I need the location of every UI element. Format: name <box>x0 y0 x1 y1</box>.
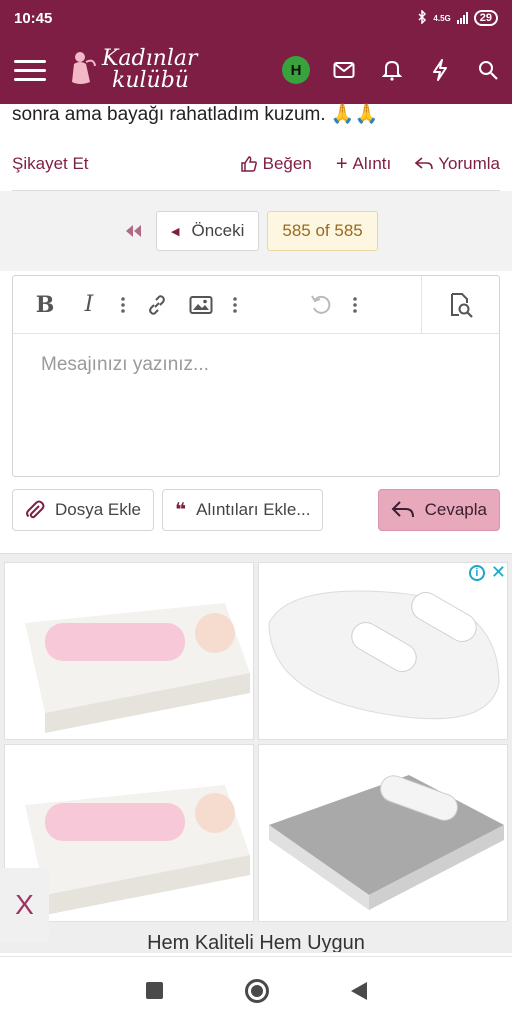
undo-icon[interactable] <box>299 276 343 334</box>
logo-mark-icon <box>72 52 96 84</box>
status-time: 10:45 <box>14 9 53 27</box>
plus-icon: + <box>335 152 348 175</box>
insert-quotes-label: Alıntıları Ekle... <box>196 500 311 519</box>
home-icon[interactable] <box>244 978 269 1003</box>
link-icon[interactable] <box>135 276 179 334</box>
ad-image-positioner-top[interactable] <box>258 562 508 740</box>
ad-info-icon[interactable]: i <box>468 564 485 581</box>
more-insert-options-icon[interactable] <box>223 276 247 334</box>
post-actions: Şikayet Et Beğen + Alıntı Yorumla <box>0 140 512 188</box>
ad-controls: i ✕ <box>468 562 506 583</box>
ad-caption[interactable]: Hem Kaliteli Hem Uygun <box>0 930 512 952</box>
menu-icon[interactable] <box>14 52 50 88</box>
reply-arrow-icon <box>391 501 414 518</box>
previous-page-button[interactable]: ◀ Önceki <box>156 211 260 251</box>
paperclip-icon <box>26 500 45 519</box>
more-text-options-icon[interactable] <box>111 276 135 334</box>
like-label: Beğen <box>262 154 312 173</box>
previous-label: Önceki <box>191 221 245 240</box>
user-avatar[interactable]: H <box>282 56 310 84</box>
first-page-icon[interactable] <box>118 211 148 251</box>
editor-toolbar: B I <box>13 276 499 334</box>
quote-button[interactable]: + Alıntı <box>336 153 391 176</box>
reply-button[interactable]: Yorumla <box>415 154 500 174</box>
submit-reply-label: Cevapla <box>424 500 487 519</box>
network-type: 4.5G <box>433 13 451 23</box>
search-icon[interactable] <box>474 56 502 84</box>
bell-icon[interactable] <box>378 56 406 84</box>
submit-reply-button[interactable]: Cevapla <box>377 489 500 531</box>
status-bar: 10:45 4.5G 29 <box>0 0 512 36</box>
back-icon[interactable] <box>350 981 367 1000</box>
attach-file-label: Dosya Ekle <box>55 500 141 519</box>
attach-file-button[interactable]: Dosya Ekle <box>12 489 154 531</box>
system-navigation-bar <box>0 956 512 1024</box>
editor-actions: Dosya Ekle ❝ Alıntıları Ekle... Cevapla <box>12 489 500 531</box>
preview-icon[interactable] <box>421 276 499 334</box>
bold-icon[interactable]: B <box>23 276 67 334</box>
site-logo[interactable]: Kadınlar kulübü <box>68 48 238 92</box>
bluetooth-icon <box>417 8 427 27</box>
caret-left-icon: ◀ <box>171 225 180 238</box>
recent-apps-icon[interactable] <box>145 982 163 999</box>
lightning-icon[interactable] <box>426 56 454 84</box>
like-button[interactable]: Beğen <box>240 154 312 174</box>
message-editor: B I Mesajınızı yazınız... <box>12 275 500 477</box>
page-indicator[interactable]: 585 of 585 <box>267 211 378 251</box>
image-icon[interactable] <box>179 276 223 334</box>
report-link[interactable]: Şikayet Et <box>12 154 89 174</box>
status-icons: 4.5G 29 <box>417 8 498 27</box>
thumbs-up-icon <box>240 156 257 172</box>
mail-icon[interactable] <box>330 56 358 84</box>
logo-text-line2: kulübü <box>112 68 189 93</box>
reply-label: Yorumla <box>438 154 500 173</box>
ad-close-icon[interactable]: ✕ <box>491 562 506 583</box>
ad-image-gray-mattress[interactable] <box>258 744 508 922</box>
app-header: Kadınlar kulübü H <box>0 36 512 104</box>
quote-marks-icon: ❝ <box>174 499 187 521</box>
italic-icon[interactable]: I <box>67 276 111 334</box>
close-sticky-ad-button[interactable]: X <box>0 868 49 942</box>
more-editor-options-icon[interactable] <box>343 276 367 334</box>
logo-text-line1: Kadınlar <box>102 46 198 71</box>
quote-label: Alıntı <box>352 154 392 173</box>
battery-icon: 29 <box>473 10 498 26</box>
reply-arrow-icon <box>415 157 434 170</box>
insert-quotes-button[interactable]: ❝ Alıntıları Ekle... <box>161 489 324 531</box>
message-input[interactable]: Mesajınızı yazınız... <box>13 334 499 396</box>
post-text: sonra ama bayağı rahatladım kuzum. 🙏🙏 <box>12 104 379 125</box>
signal-icon <box>456 12 468 24</box>
ad-image-baby-wedge[interactable] <box>4 562 254 740</box>
pagination: ◀ Önceki 585 of 585 <box>118 211 378 251</box>
